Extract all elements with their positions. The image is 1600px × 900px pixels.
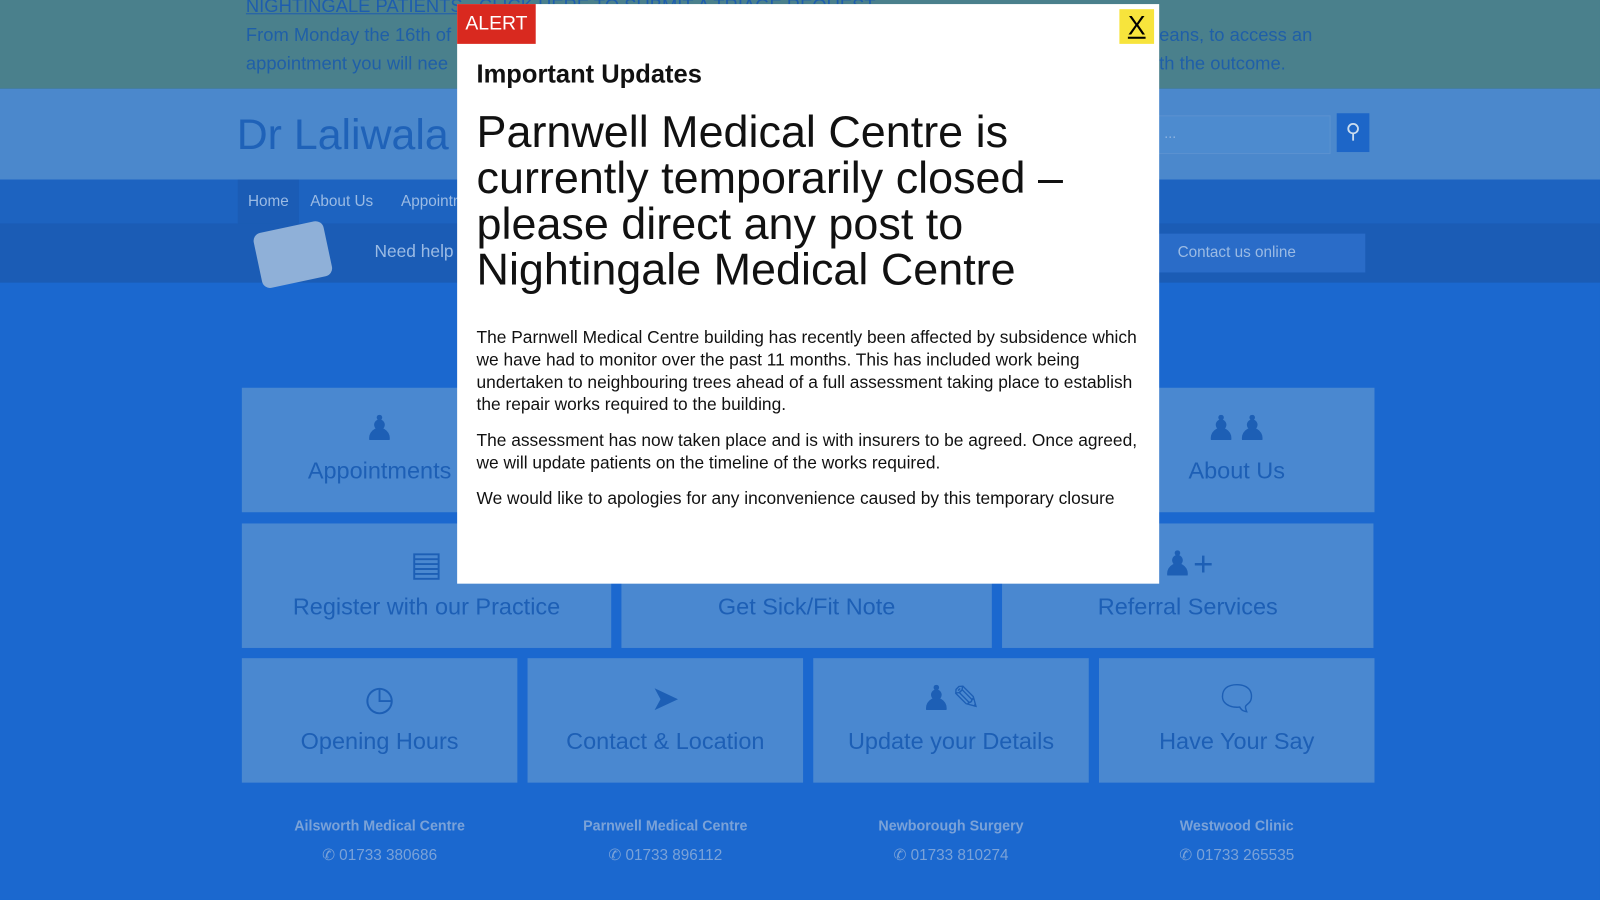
- alert-badge: ALERT: [457, 4, 536, 44]
- banner-text: eans, to access an: [1159, 24, 1313, 45]
- modal-paragraph: We would like to apologies for any incon…: [476, 488, 1115, 509]
- site-westwood: Westwood Clinic ✆ 01733 265535: [1099, 817, 1375, 864]
- alert-modal: ALERT X Important Updates Parnwell Medic…: [457, 4, 1160, 584]
- site-newborough: Newborough Surgery ✆ 01733 810274: [813, 817, 1089, 864]
- help-text: Need help: [374, 241, 454, 262]
- tile-update-details[interactable]: ♟✎ Update your Details: [813, 658, 1089, 783]
- close-button[interactable]: X: [1119, 9, 1155, 44]
- site-ailsworth: Ailsworth Medical Centre ✆ 01733 380686: [242, 817, 518, 864]
- phone-number[interactable]: ✆ 01733 265535: [1099, 846, 1375, 864]
- site-parnwell: Parnwell Medical Centre ✆ 01733 896112: [528, 817, 804, 864]
- banner-text: appointment you will nee: [245, 53, 449, 74]
- modal-title: Important Updates: [476, 60, 702, 89]
- comments-icon: 🗨: [1214, 679, 1259, 719]
- tile-contact-location[interactable]: ➤ Contact & Location: [527, 658, 804, 783]
- banner-text: From Monday the 16th of: [245, 24, 452, 45]
- modal-body: The Parnwell Medical Centre building has…: [477, 327, 1145, 524]
- user-edit-icon: ♟✎: [920, 679, 982, 719]
- modal-paragraph: The assessment has now taken place and i…: [476, 430, 1138, 473]
- modal-headline: Parnwell Medical Centre is currently tem…: [476, 107, 1063, 295]
- search-button[interactable]: ⚲: [1336, 113, 1370, 153]
- tile-have-your-say[interactable]: 🗨 Have Your Say: [1098, 658, 1375, 783]
- phone-number[interactable]: ✆ 01733 896112: [528, 846, 804, 864]
- phone-number[interactable]: ✆ 01733 380686: [242, 846, 518, 864]
- search-input[interactable]: ...: [1153, 115, 1331, 155]
- site-logo[interactable]: Dr Laliwala &: [237, 110, 489, 159]
- banner-text: th the outcome.: [1159, 53, 1286, 74]
- search-icon: ⚲: [1345, 120, 1361, 143]
- tile-opening-hours[interactable]: ◷ Opening Hours: [241, 658, 518, 783]
- clock-icon: ◷: [364, 679, 395, 719]
- phone-number[interactable]: ✆ 01733 810274: [813, 846, 1089, 864]
- paper-plane-icon: ➤: [650, 679, 680, 719]
- nav-home[interactable]: Home: [237, 179, 299, 224]
- modal-paragraph: The Parnwell Medical Centre building has…: [476, 327, 1137, 415]
- nav-about-us[interactable]: About Us: [300, 180, 383, 224]
